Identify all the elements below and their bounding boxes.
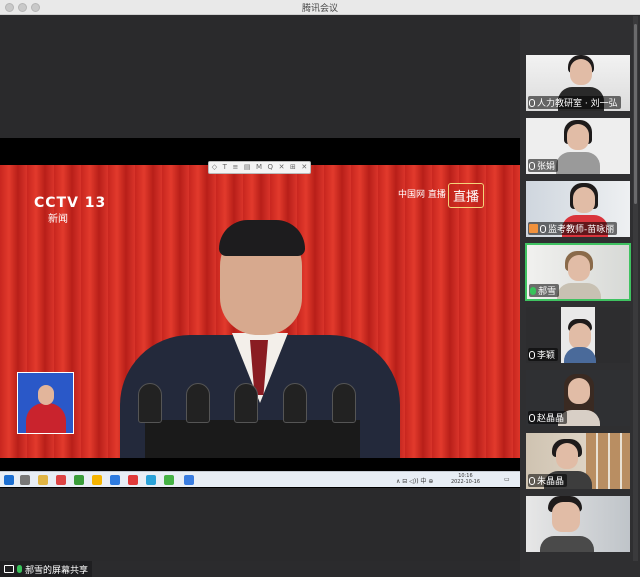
mic-muted-icon	[529, 413, 535, 422]
app-icon	[92, 475, 102, 485]
mic-muted-icon	[529, 161, 535, 170]
participant-name: 赵晶晶	[537, 414, 565, 424]
participant-label: 监考教师-苗咏丽	[528, 222, 618, 235]
channel-logo: CCTV 13	[34, 195, 107, 211]
participant-name: 人力教研室 · 刘一弘	[537, 99, 618, 109]
app-icon	[164, 475, 174, 485]
participant-tile[interactable]	[525, 495, 631, 553]
shared-screen[interactable]: CCTV 13 新闻 中国网 直播 直播 ∧ ⊟ ◁)) 中 ⊕ 10:16 2…	[0, 138, 520, 488]
participant-name: 李颖	[537, 351, 556, 361]
toolbar-layout-icon[interactable]: ⊞	[290, 162, 296, 173]
live-badge: 直播	[448, 183, 485, 208]
signer-body	[26, 403, 66, 433]
participant-tile[interactable]: 赵晶晶	[525, 369, 631, 427]
participant-label: 李颖	[528, 348, 559, 361]
settings-icon	[20, 475, 30, 485]
screen-share-owner: 郝雪的屏幕共享	[25, 565, 89, 576]
microphone	[332, 383, 356, 423]
signer-head	[38, 385, 54, 405]
toolbar-close-icon[interactable]: ✕	[301, 162, 307, 173]
toolbar-text-icon[interactable]: T	[223, 162, 227, 173]
participant-head	[556, 443, 578, 469]
microphone	[283, 383, 307, 423]
toolbar-list-icon[interactable]: ≡	[232, 162, 238, 173]
screen-icon	[4, 565, 14, 573]
tray-icons: ∧ ⊟ ◁)) 中 ⊕	[396, 478, 434, 485]
speaker-hair	[219, 220, 305, 256]
folder-icon	[38, 475, 48, 485]
mic-muted-icon	[529, 98, 535, 107]
participant-head	[573, 187, 595, 213]
toolbar-m-icon[interactable]: M	[256, 162, 262, 173]
participant-tile[interactable]: 监考教师-苗咏丽	[525, 180, 631, 238]
participant-scroll-thumb[interactable]	[634, 24, 637, 204]
bookshelf	[586, 433, 630, 489]
participant-name: 郝雪	[538, 287, 557, 297]
mic-muted-icon	[540, 224, 546, 233]
participant-name: 朱晶晶	[537, 477, 565, 487]
participant-head	[552, 502, 580, 532]
host-icon	[529, 224, 538, 233]
toolbar-search-icon[interactable]: Q	[268, 162, 274, 173]
participant-tile[interactable]: 张娟	[525, 117, 631, 175]
broadcast-video: CCTV 13 新闻 中国网 直播 直播	[0, 165, 520, 458]
mic-muted-icon	[529, 476, 535, 485]
search-app-icon	[56, 475, 66, 485]
shared-taskbar: ∧ ⊟ ◁)) 中 ⊕ 10:16 2022-10-16 ▭	[0, 471, 520, 487]
microphone	[234, 383, 258, 423]
participant-label: 郝雪	[529, 284, 560, 297]
participant-tile-active-speaker[interactable]: 郝雪	[525, 243, 631, 301]
participant-head	[567, 124, 589, 150]
microphone	[186, 383, 210, 423]
main-stage: CCTV 13 新闻 中国网 直播 直播 ∧ ⊟ ◁)) 中 ⊕ 10:16 2…	[0, 16, 520, 561]
participant-head	[570, 59, 592, 85]
toolbar-cross-icon[interactable]: ✕	[279, 162, 285, 173]
live-site-logo: 中国网 直播	[398, 190, 446, 200]
participant-list: 人力教研室 · 刘一弘 张娟 监考教师-苗咏丽 郝雪 李颖 赵晶晶 朱晶晶	[520, 16, 640, 577]
participant-head	[568, 378, 590, 404]
windows-start-icon	[4, 475, 14, 485]
mic-muted-icon	[529, 350, 535, 359]
participant-body	[564, 347, 596, 363]
annotation-toolbar: ◇ T ≡ ▤ M Q ✕ ⊞ ✕	[208, 161, 311, 174]
participant-name: 张娟	[537, 162, 556, 172]
toolbar-grid-icon[interactable]: ▤	[244, 162, 251, 173]
participant-label: 朱晶晶	[528, 474, 568, 487]
participant-body	[557, 283, 601, 299]
participant-tile[interactable]: 朱晶晶	[525, 432, 631, 490]
participant-name: 监考教师-苗咏丽	[548, 225, 615, 235]
app-icon	[110, 475, 120, 485]
taskbar-date: 2022-10-16	[450, 479, 480, 485]
toolbar-move-icon[interactable]: ◇	[212, 162, 217, 173]
meeting-app-icon	[184, 475, 194, 485]
mic-on-icon	[530, 286, 536, 295]
channel-sub-label: 新闻	[48, 214, 68, 225]
participant-head	[569, 323, 591, 349]
participant-label: 张娟	[528, 159, 559, 172]
window-title: 腾讯会议	[301, 4, 338, 14]
screen-share-label: 郝雪的屏幕共享	[0, 561, 93, 577]
title-bar: 腾讯会议	[0, 0, 640, 15]
participant-label: 赵晶晶	[528, 411, 568, 424]
participant-body	[540, 536, 594, 552]
participant-tile[interactable]: 李颖	[525, 306, 631, 364]
notification-icon: ▭	[504, 476, 510, 483]
microphone	[138, 383, 162, 423]
edge-icon	[146, 475, 156, 485]
mic-on-icon	[17, 565, 22, 573]
sign-language-inset	[17, 372, 74, 434]
participant-label: 人力教研室 · 刘一弘	[528, 96, 621, 109]
lectern	[145, 420, 360, 458]
app-icon	[128, 475, 138, 485]
participant-head	[568, 255, 590, 281]
participant-tile[interactable]: 人力教研室 · 刘一弘	[525, 54, 631, 112]
taskbar-clock: 10:16 2022-10-16	[451, 473, 480, 485]
browser-icon	[74, 475, 84, 485]
participant-body	[556, 152, 600, 174]
meeting-window: 腾讯会议 CCTV 13 新闻 中国网 直播 直播 ∧ ⊟ ◁)) 中 ⊕ 10…	[0, 0, 640, 577]
